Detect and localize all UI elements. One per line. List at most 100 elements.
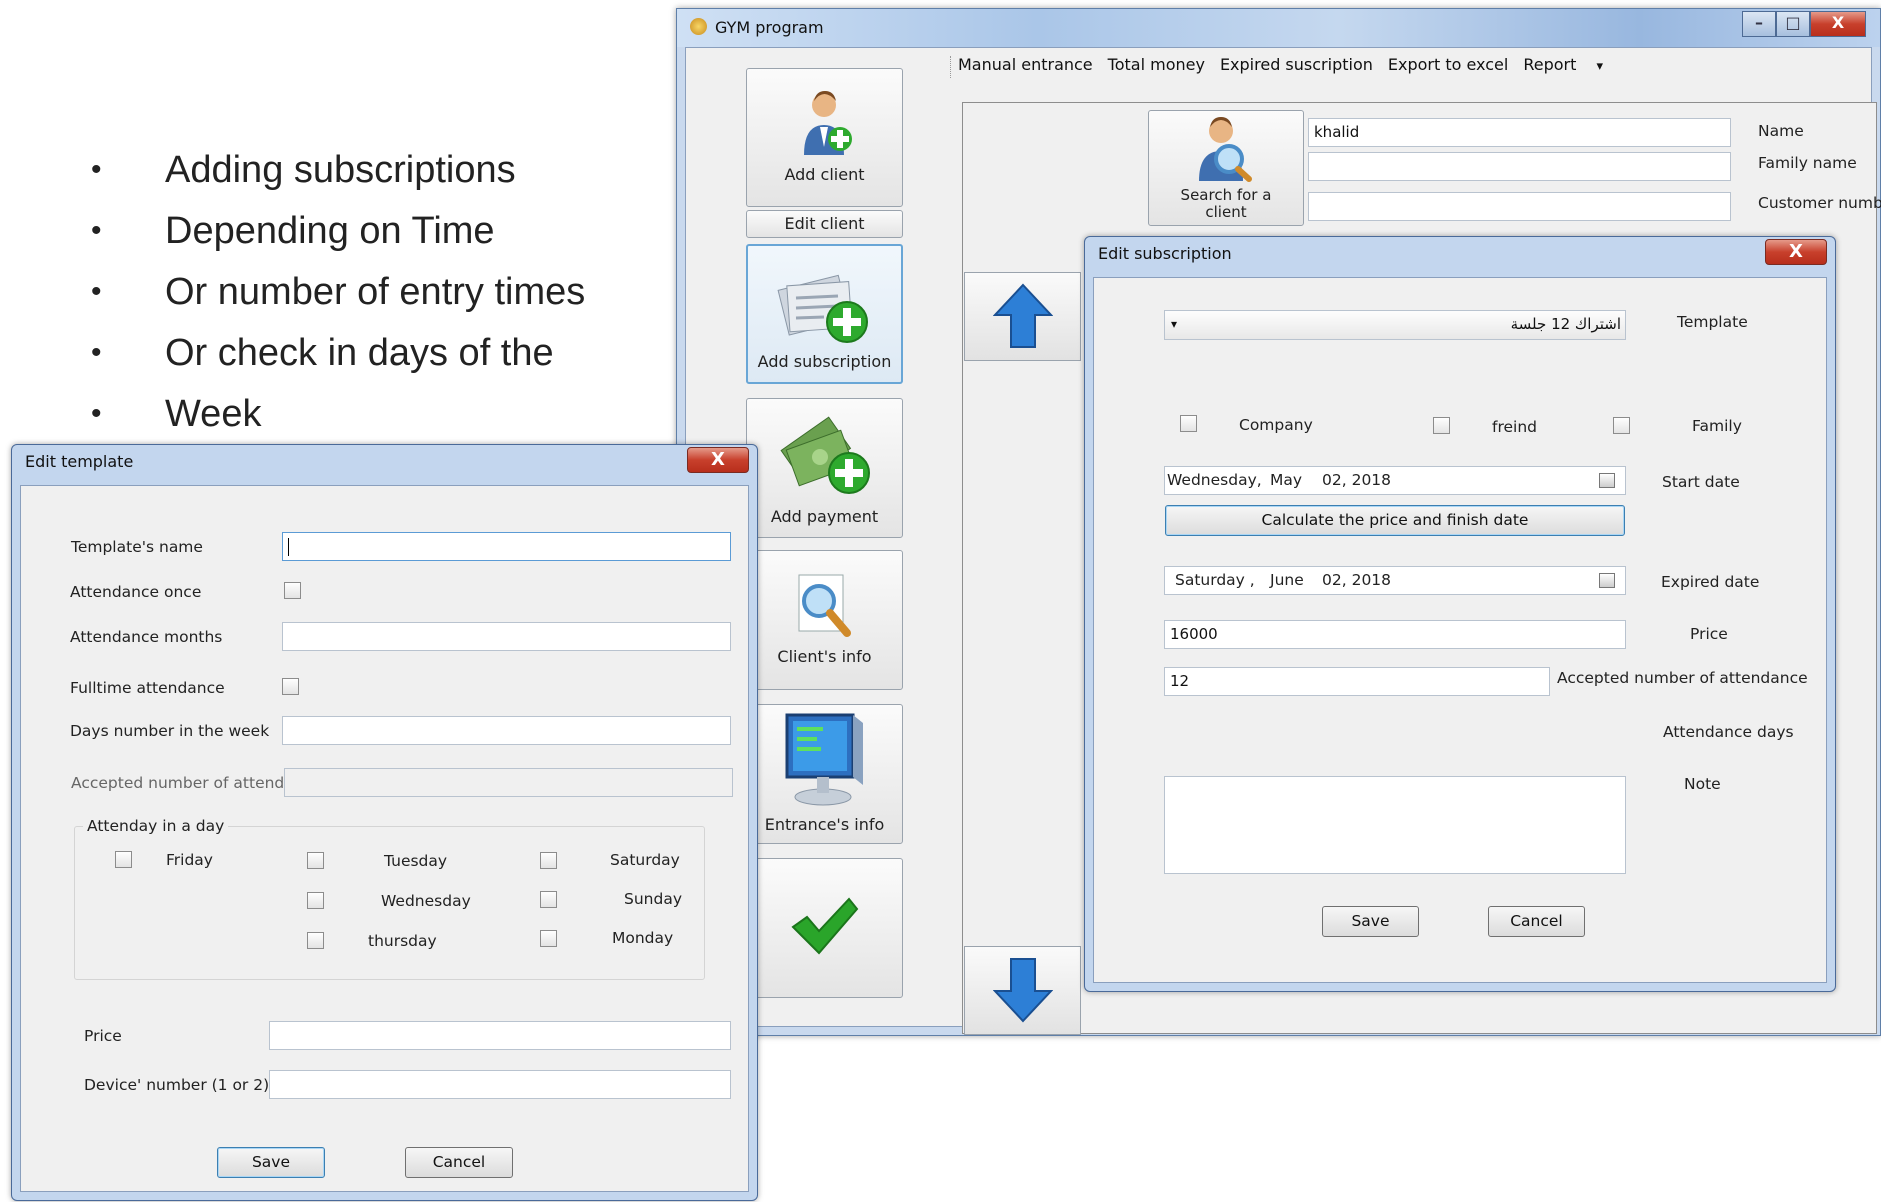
attendance-once-label: Attendance once [70,583,202,601]
edit-template-client: Template's name Attendance once Attendan… [20,485,749,1192]
scroll-up-button[interactable] [964,272,1081,361]
menu-grip [950,56,951,78]
attendance-months-label: Attendance months [70,628,223,646]
save-button[interactable]: Save [1322,906,1419,937]
thursday-label: thursday [368,932,437,950]
search-client-button[interactable]: Search for a client [1148,110,1304,226]
add-subscription-label: Add subscription [757,352,892,371]
bullet-item: • Or number of entry times [91,271,586,313]
template-name-field[interactable] [282,532,731,561]
monday-label: Monday [612,929,674,947]
checkmark-icon [791,897,859,955]
monday-checkbox[interactable] [540,930,557,947]
days-number-field[interactable] [282,716,731,745]
scroll-down-button[interactable] [964,946,1081,1035]
close-button[interactable]: X [687,447,749,473]
note-textarea[interactable] [1164,776,1626,874]
save-button[interactable]: Save [217,1147,325,1178]
edit-subscription-client: اشتراك 12 جلسة ▾ Template Company freind… [1093,277,1827,983]
edit-template-titlebar[interactable]: Edit template [12,445,757,479]
cancel-button[interactable]: Cancel [1488,906,1585,937]
app-icon [690,18,707,35]
entrance-info-button[interactable]: Entrance's info [746,704,903,844]
company-checkbox[interactable] [1180,415,1197,432]
calculate-button[interactable]: Calculate the price and finish date [1165,505,1625,536]
fulltime-attendance-checkbox[interactable] [282,678,299,695]
attendance-day-group-title: Attenday in a day [83,817,229,835]
search-user-icon [1199,117,1252,182]
saturday-label: Saturday [610,851,680,869]
menu-bar: Manual entrance Total money Expired susc… [958,48,1633,82]
accepted-attendance-label: Accepted number of attenda [71,774,294,792]
start-date-label: Start date [1662,473,1740,491]
chevron-down-icon: ▾ [1596,59,1603,74]
close-button[interactable]: X [1765,239,1827,265]
template-select[interactable]: اشتراك 12 جلسة ▾ [1164,310,1626,340]
wednesday-checkbox[interactable] [307,892,324,909]
device-number-field[interactable] [269,1070,731,1099]
add-subscription-button[interactable]: Add subscription [746,244,903,384]
add-client-button[interactable]: Add client [746,68,903,207]
edit-client-label: Edit client [784,214,865,233]
confirm-button[interactable] [746,858,903,998]
days-number-label: Days number in the week [70,722,270,740]
edit-template-dialog: Edit template X Template's name Attendan… [11,444,758,1201]
clients-info-label: Client's info [777,647,872,666]
expired-date-picker[interactable]: Saturday , June 02, 2018 [1164,566,1626,595]
saturday-checkbox[interactable] [540,852,557,869]
bullet-list: • Adding subscriptions • Depending on Time… [88,142,585,447]
family-checkbox[interactable] [1613,417,1630,434]
calendar-icon[interactable] [1599,573,1615,588]
family-name-field[interactable] [1308,152,1731,181]
sunday-label: Sunday [624,890,682,908]
attendance-number-label: Accepted number of attendance [1557,669,1808,687]
edit-client-button[interactable]: Edit client [746,210,903,238]
attendance-once-checkbox[interactable] [284,582,301,599]
dialog-title: Edit template [25,452,134,471]
price-label: Price [84,1027,122,1045]
family-label: Family [1692,417,1742,435]
menu-total-money[interactable]: Total money [1108,48,1205,82]
family-name-label: Family name [1758,154,1857,172]
price-field[interactable] [269,1021,731,1050]
wednesday-label: Wednesday [381,892,471,910]
thursday-checkbox[interactable] [307,932,324,949]
device-number-label: Device' number (1 or 2) [84,1076,270,1094]
close-button[interactable]: X [1810,11,1866,37]
calendar-icon[interactable] [1599,473,1615,488]
friday-checkbox[interactable] [115,851,132,868]
cancel-button[interactable]: Cancel [405,1147,513,1178]
attendance-number-field[interactable]: 12 [1164,667,1550,696]
arrow-down-icon [993,958,1053,1023]
tuesday-checkbox[interactable] [307,852,324,869]
expired-date-label: Expired date [1661,573,1760,591]
minimize-button[interactable]: – [1742,11,1776,37]
window-title: GYM program [715,18,824,37]
start-date-picker[interactable]: Wednesday, May 02, 2018 [1164,466,1626,495]
clients-info-button[interactable]: Client's info [746,550,903,690]
gym-titlebar[interactable]: GYM program [677,9,1880,47]
magnifier-icon [798,574,851,637]
attendance-days-label: Attendance days [1663,723,1794,741]
company-label: Company [1239,416,1313,434]
price-field[interactable]: 16000 [1164,620,1626,649]
menu-report[interactable]: Report ▾ [1523,48,1618,82]
friend-checkbox[interactable] [1433,417,1450,434]
menu-export-excel[interactable]: Export to excel [1388,48,1508,82]
menu-expired-subscription[interactable]: Expired suscription [1220,48,1373,82]
fulltime-attendance-label: Fulltime attendance [70,679,225,697]
name-field[interactable]: khalid [1308,118,1731,147]
bullet-item: • Week [91,393,262,435]
edit-subscription-titlebar[interactable]: Edit subscription [1085,237,1835,271]
bullet-item: • Depending on Time [91,210,495,252]
add-client-label: Add client [784,165,865,184]
add-payment-button[interactable]: Add payment [746,398,903,538]
maximize-button[interactable]: □ [1776,11,1810,37]
friend-label: freind [1492,418,1537,436]
sunday-checkbox[interactable] [540,891,557,908]
search-client-label: Search for a client [1180,186,1272,221]
attendance-months-field[interactable] [282,622,731,651]
entrance-info-label: Entrance's info [764,815,885,834]
menu-manual-entrance[interactable]: Manual entrance [958,48,1093,82]
customer-number-field[interactable] [1308,192,1731,221]
